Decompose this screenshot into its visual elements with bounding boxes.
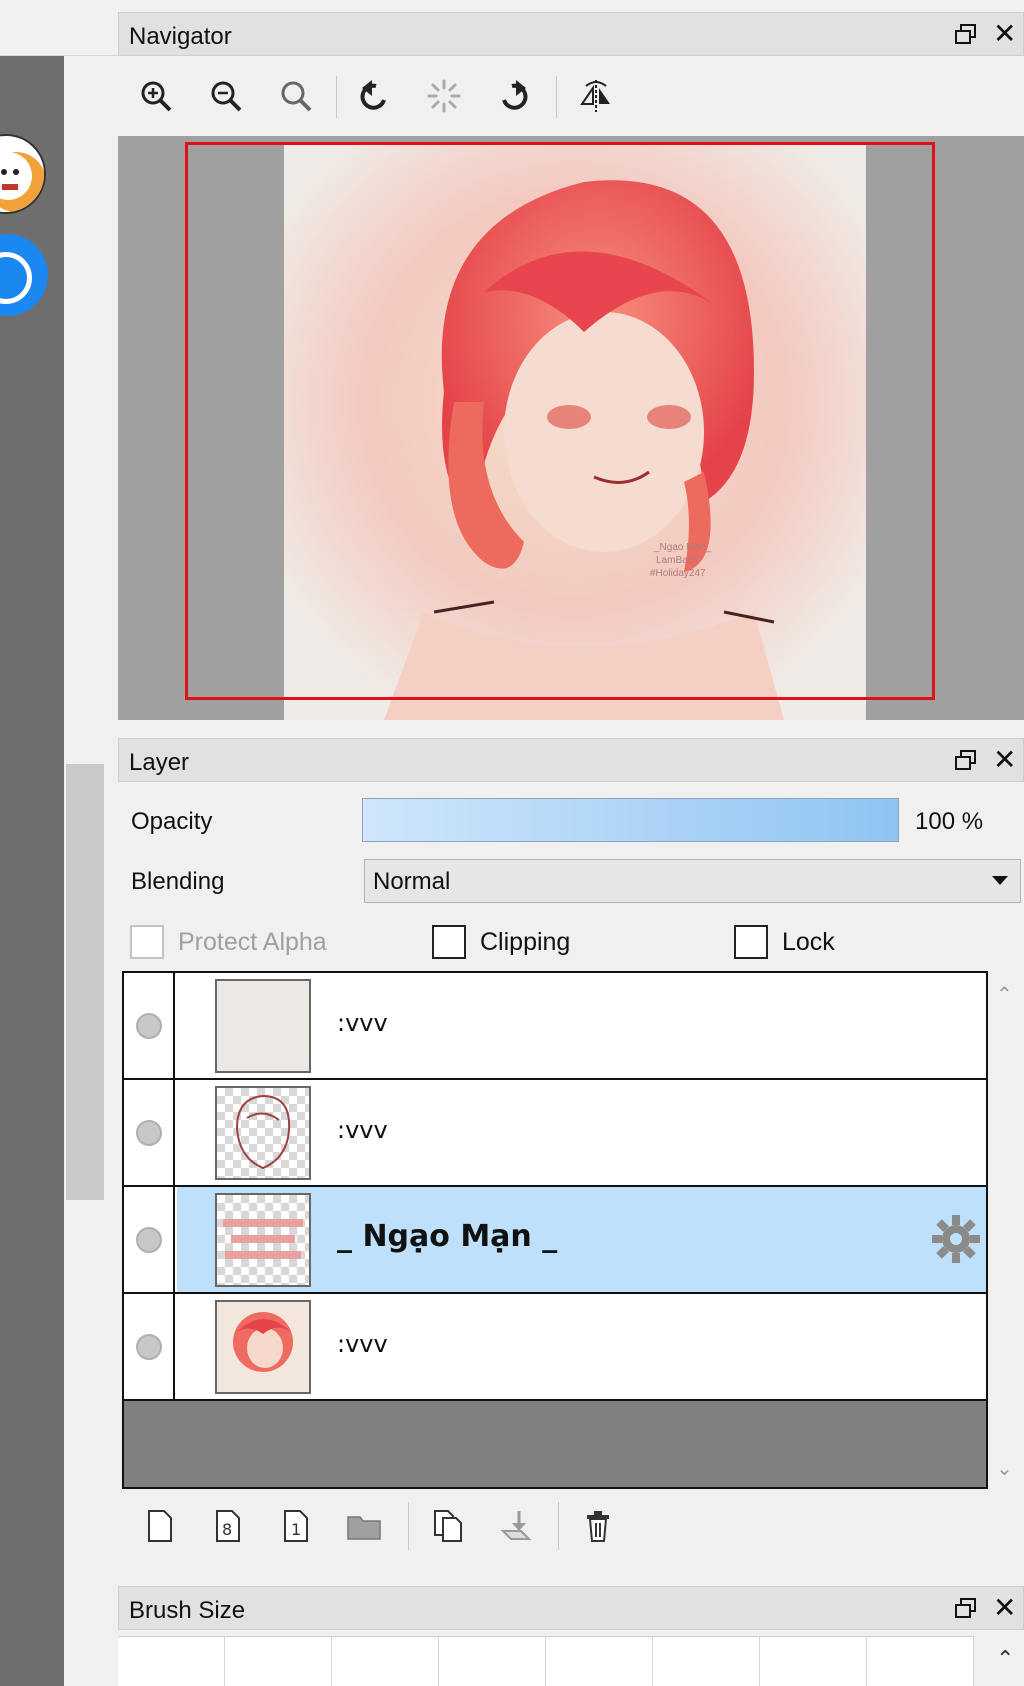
svg-text:8: 8 <box>222 1520 232 1539</box>
layer-name: :vvv <box>337 1116 388 1144</box>
zoom-reset-icon[interactable] <box>272 72 320 120</box>
layer-title: Layer <box>129 749 190 776</box>
layer-name: :vvv <box>337 1009 388 1037</box>
brush-size-cell[interactable] <box>439 1637 546 1686</box>
layer-name: :vvv <box>337 1330 388 1358</box>
navigator-title: Navigator <box>129 23 232 50</box>
layer-row-main[interactable]: _ Ngạo Mạn _ <box>177 1187 986 1292</box>
layer-thumbnail <box>215 1300 311 1394</box>
lock-label: Lock <box>782 928 835 956</box>
visibility-dot-icon <box>136 1334 162 1360</box>
rotate-left-icon[interactable] <box>350 72 398 120</box>
list-scroll-up-icon[interactable]: ⌃ <box>996 982 1013 1007</box>
protect-alpha-label: Protect Alpha <box>178 928 327 956</box>
brush-size-cell[interactable] <box>653 1637 760 1686</box>
gear-icon[interactable] <box>930 1213 982 1265</box>
zoom-out-icon[interactable] <box>202 72 250 120</box>
left-scroll-area: ⌃ <box>64 56 158 1686</box>
brush-size-title: Brush Size <box>129 1597 246 1624</box>
color-indicator-icon[interactable] <box>0 234 48 316</box>
float-panel-icon[interactable] <box>953 747 979 773</box>
rotate-right-icon[interactable] <box>490 72 538 120</box>
left-toolbar-top <box>0 0 118 56</box>
blending-label: Blending <box>131 868 225 895</box>
blending-value: Normal <box>373 868 451 895</box>
layer-row-selected[interactable]: _ Ngạo Mạn _ <box>124 1187 986 1294</box>
opacity-label: Opacity <box>131 808 213 835</box>
brush-size-cell[interactable] <box>118 1637 225 1686</box>
brush-size-cell[interactable] <box>225 1637 332 1686</box>
toolbar-separator <box>558 1502 559 1550</box>
new-folder-icon[interactable] <box>340 1502 388 1550</box>
layer-row-main[interactable]: :vvv <box>177 973 986 1078</box>
layer-visibility-toggle[interactable] <box>124 1294 175 1399</box>
visibility-dot-icon <box>136 1120 162 1146</box>
new-1bit-layer-icon[interactable]: 1 <box>272 1502 320 1550</box>
navigator-preview[interactable]: _Ngạo Mạn_ LamBach #Holiday247 <box>118 136 1024 720</box>
layer-row[interactable]: :vvv <box>124 973 986 1080</box>
navigator-toolbar <box>118 56 1024 136</box>
layer-thumbnail <box>215 1193 311 1287</box>
protect-alpha-checkbox[interactable] <box>130 925 164 959</box>
close-icon[interactable]: ✕ <box>993 17 1023 51</box>
layer-visibility-toggle[interactable] <box>124 1187 175 1292</box>
toolbar-separator <box>556 76 557 118</box>
left-toolbar-dark <box>0 56 64 1686</box>
layer-row-main[interactable]: :vvv <box>177 1294 986 1399</box>
layer-visibility-toggle[interactable] <box>124 1080 175 1185</box>
new-layer-icon[interactable] <box>136 1502 184 1550</box>
brush-size-cell[interactable] <box>867 1637 974 1686</box>
lock-checkbox[interactable] <box>734 925 768 959</box>
brush-size-cell[interactable] <box>546 1637 653 1686</box>
layer-row[interactable]: :vvv <box>124 1080 986 1187</box>
visibility-dot-icon <box>136 1013 162 1039</box>
zoom-in-icon[interactable] <box>132 72 180 120</box>
toolbar-separator <box>408 1502 409 1550</box>
clipping-checkbox[interactable] <box>432 925 466 959</box>
brush-size-panel-header: Brush Size ✕ <box>118 1586 1024 1630</box>
layer-row-main[interactable]: :vvv <box>177 1080 986 1185</box>
visibility-dot-icon <box>136 1227 162 1253</box>
vertical-scrollbar[interactable] <box>66 764 104 1200</box>
layer-name: _ Ngạo Mạn _ <box>337 1219 558 1254</box>
navigator-panel-header: Navigator ✕ <box>118 12 1024 56</box>
rotate-reset-icon[interactable] <box>420 72 468 120</box>
user-avatar[interactable] <box>0 134 46 214</box>
close-icon[interactable]: ✕ <box>993 743 1023 777</box>
chevron-down-icon <box>992 876 1008 885</box>
layer-list[interactable]: :vvv :vvv _ Ngạo Mạn _:vvv <box>122 971 988 1489</box>
list-scroll-down-icon[interactable]: ⌄ <box>996 1456 1013 1481</box>
svg-text:1: 1 <box>291 1520 301 1539</box>
brush-size-cell[interactable] <box>760 1637 867 1686</box>
layer-thumbnail <box>215 1086 311 1180</box>
layer-panel-header: Layer ✕ <box>118 738 1024 782</box>
opacity-value: 100 % <box>915 808 984 835</box>
new-8bit-layer-icon[interactable]: 8 <box>204 1502 252 1550</box>
toolbar-separator <box>336 76 337 118</box>
brush-size-grid <box>118 1636 974 1686</box>
flip-horizontal-icon[interactable] <box>572 72 620 120</box>
layer-row[interactable]: :vvv <box>124 1294 986 1401</box>
delete-layer-icon[interactable] <box>574 1502 622 1550</box>
brush-scroll-up-icon[interactable]: ⌃ <box>996 1646 1014 1672</box>
opacity-slider[interactable] <box>362 798 899 842</box>
merge-down-icon[interactable] <box>492 1502 540 1550</box>
viewport-frame[interactable] <box>185 142 935 700</box>
layer-toolbar: 8 1 <box>118 1494 1024 1558</box>
layer-visibility-toggle[interactable] <box>124 973 175 1078</box>
duplicate-layer-icon[interactable] <box>424 1502 472 1550</box>
blending-select[interactable]: Normal <box>364 859 1021 903</box>
close-icon[interactable]: ✕ <box>993 1591 1023 1625</box>
float-panel-icon[interactable] <box>953 21 979 47</box>
float-panel-icon[interactable] <box>953 1595 979 1621</box>
clipping-label: Clipping <box>480 928 571 956</box>
layer-thumbnail <box>215 979 311 1073</box>
brush-size-cell[interactable] <box>332 1637 439 1686</box>
